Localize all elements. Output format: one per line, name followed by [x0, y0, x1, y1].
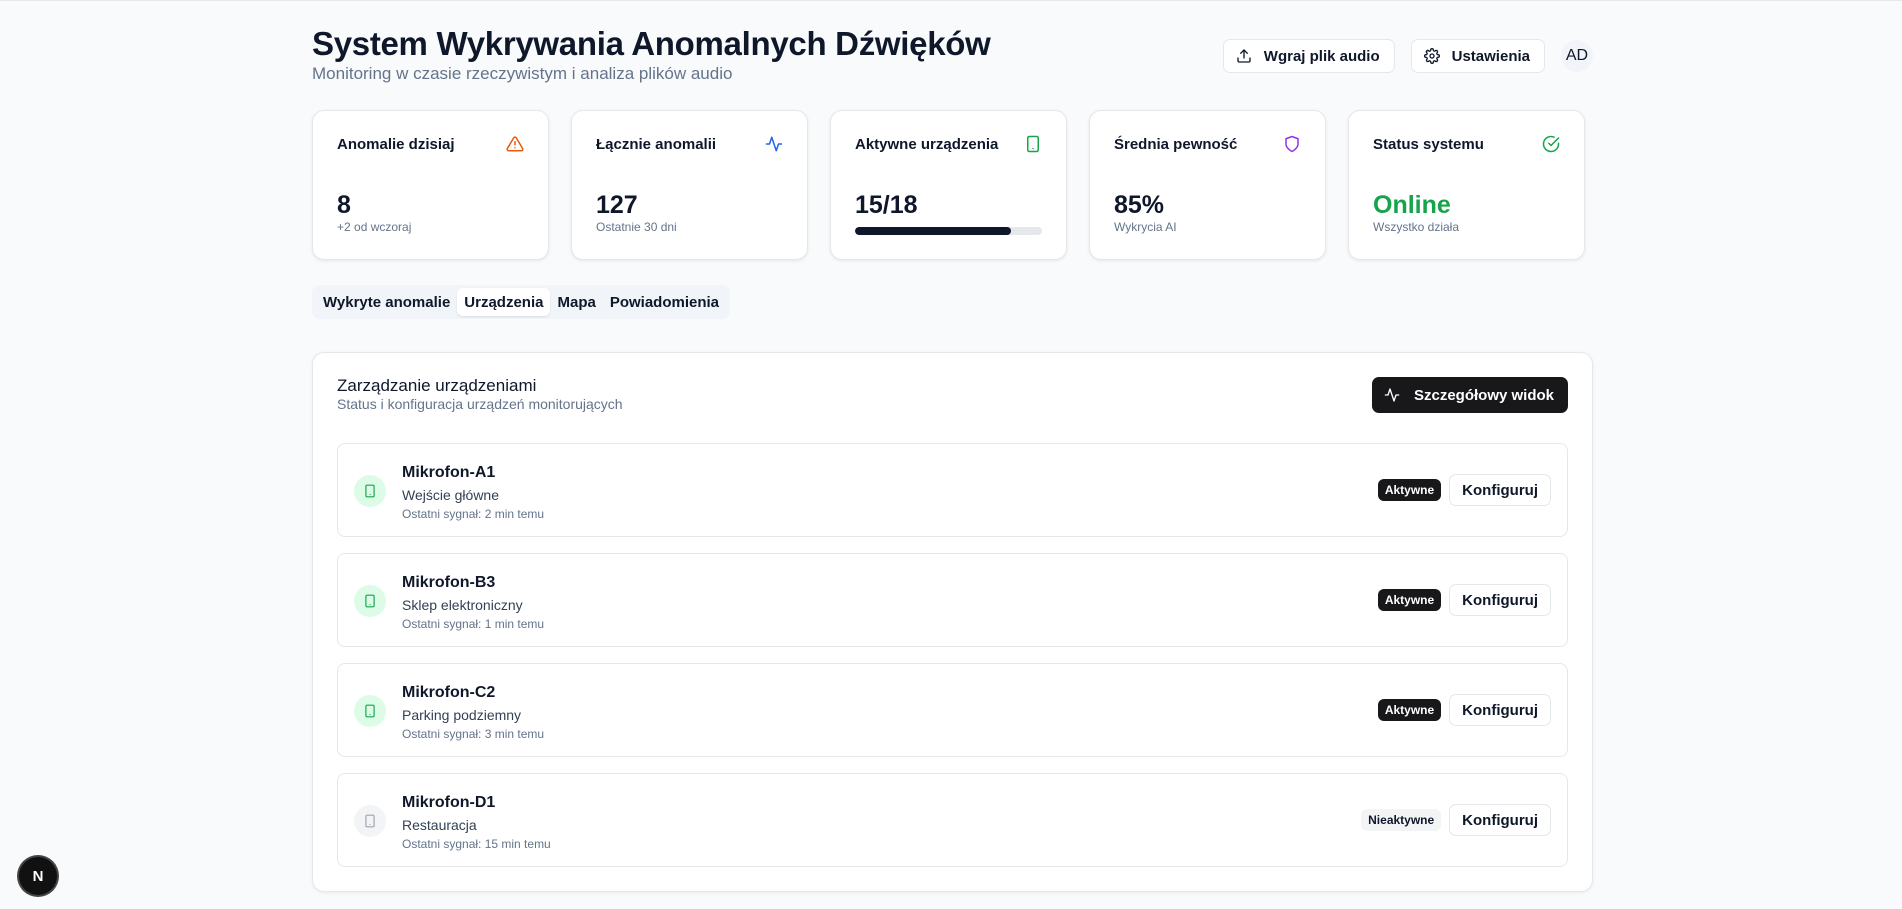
- alert-triangle-icon: [506, 136, 524, 152]
- configure-button[interactable]: Konfiguruj: [1449, 474, 1551, 506]
- header-actions: Wgraj plik audio Ustawienia AD: [1222, 39, 1593, 73]
- stat-value: 15/18: [855, 191, 918, 219]
- stat-card-anomalies-today: Anomalie dzisiaj 8 +2 od wczoraj: [312, 110, 549, 260]
- stat-value: 127: [596, 191, 638, 219]
- stat-label: Status systemu: [1373, 136, 1484, 153]
- avatar[interactable]: AD: [1561, 40, 1593, 72]
- tab-notifications[interactable]: Powiadomienia: [603, 288, 726, 316]
- nextjs-logo-icon: N: [32, 867, 44, 885]
- configure-button[interactable]: Konfiguruj: [1449, 584, 1551, 616]
- device-actions: Nieaktywne Konfiguruj: [1361, 804, 1551, 836]
- device-row: Mikrofon-B3 Sklep elektroniczny Ostatni …: [337, 553, 1568, 647]
- progress-fill: [855, 227, 1011, 235]
- device-row: Mikrofon-D1 Restauracja Ostatni sygnał: …: [337, 773, 1568, 867]
- stat-card-total-anomalies: Łącznie anomalii 127 Ostatnie 30 dni: [571, 110, 808, 260]
- device-last-signal: Ostatni sygnał: 2 min temu: [402, 507, 545, 521]
- smartphone-icon: [365, 484, 375, 498]
- status-badge: Aktywne: [1377, 479, 1442, 501]
- tab-devices[interactable]: Urządzenia: [457, 288, 551, 316]
- panel-title: Zarządzanie urządzeniami: [337, 376, 537, 395]
- active-devices-progress: [855, 227, 1042, 235]
- check-circle-icon: [1542, 135, 1560, 153]
- device-row: Mikrofon-C2 Parking podziemny Ostatni sy…: [337, 663, 1568, 757]
- configure-button[interactable]: Konfiguruj: [1449, 804, 1551, 836]
- stat-card-avg-confidence: Średnia pewność 85% Wykrycia AI: [1089, 110, 1326, 260]
- device-actions: Aktywne Konfiguruj: [1377, 694, 1551, 726]
- device-management-panel: Zarządzanie urządzeniami Status i konfig…: [312, 352, 1593, 892]
- upload-icon: [1237, 49, 1251, 63]
- device-actions: Aktywne Konfiguruj: [1377, 474, 1551, 506]
- device-name: Mikrofon-C2: [402, 684, 496, 701]
- stat-value: 8: [337, 191, 351, 219]
- page-title: System Wykrywania Anomalnych Dźwięków: [312, 25, 991, 62]
- smartphone-icon: [365, 594, 375, 608]
- stat-value: Online: [1373, 191, 1451, 219]
- device-name: Mikrofon-D1: [402, 794, 496, 811]
- device-location: Restauracja: [402, 817, 477, 833]
- device-name: Mikrofon-A1: [402, 464, 496, 481]
- shield-icon: [1285, 135, 1299, 153]
- device-status-icon: [354, 695, 386, 727]
- smartphone-icon: [1027, 135, 1039, 153]
- configure-button[interactable]: Konfiguruj: [1449, 694, 1551, 726]
- status-badge: Nieaktywne: [1361, 809, 1442, 831]
- device-location: Wejście główne: [402, 487, 500, 503]
- panel-description: Status i konfiguracja urządzeń monitoruj…: [337, 396, 623, 412]
- stats-row: Anomalie dzisiaj 8 +2 od wczoraj Łącznie…: [312, 110, 1593, 260]
- device-location: Sklep elektroniczny: [402, 597, 523, 613]
- upload-audio-label: Wgraj plik audio: [1263, 47, 1380, 65]
- activity-icon: [1384, 388, 1400, 402]
- stat-label: Łącznie anomalii: [596, 136, 717, 153]
- device-status-icon: [354, 475, 386, 507]
- tab-list: Wykryte anomalie Urządzenia Mapa Powiado…: [312, 285, 731, 319]
- stat-label: Aktywne urządzenia: [855, 136, 999, 153]
- stat-card-system-status: Status systemu Online Wszystko działa: [1348, 110, 1585, 260]
- detailed-view-label: Szczegółowy widok: [1413, 386, 1554, 404]
- tab-detected-anomalies[interactable]: Wykryte anomalie: [316, 288, 457, 316]
- stat-subtext: Wykrycia AI: [1114, 220, 1177, 234]
- nextjs-dev-badge[interactable]: N: [19, 857, 57, 895]
- tab-map[interactable]: Mapa: [550, 288, 602, 316]
- stat-subtext: +2 od wczoraj: [337, 220, 412, 234]
- device-status-icon: [354, 805, 386, 837]
- settings-button[interactable]: Ustawienia: [1410, 39, 1545, 73]
- device-status-icon: [354, 585, 386, 617]
- smartphone-icon: [365, 704, 375, 718]
- device-location: Parking podziemny: [402, 707, 522, 723]
- gear-icon: [1423, 48, 1440, 64]
- device-last-signal: Ostatni sygnał: 15 min temu: [402, 837, 551, 851]
- device-row: Mikrofon-A1 Wejście główne Ostatni sygna…: [337, 443, 1568, 537]
- status-badge: Aktywne: [1377, 589, 1442, 611]
- dashboard: System Wykrywania Anomalnych Dźwięków Mo…: [312, 1, 1593, 892]
- stat-subtext: Wszystko działa: [1373, 220, 1460, 234]
- device-actions: Aktywne Konfiguruj: [1377, 584, 1551, 616]
- device-list: Mikrofon-A1 Wejście główne Ostatni sygna…: [337, 443, 1568, 883]
- stat-value: 85%: [1114, 191, 1165, 219]
- device-name: Mikrofon-B3: [402, 574, 496, 591]
- stat-label: Średnia pewność: [1114, 136, 1238, 153]
- device-last-signal: Ostatni sygnał: 3 min temu: [402, 727, 545, 741]
- upload-audio-button[interactable]: Wgraj plik audio: [1222, 39, 1395, 73]
- settings-label: Ustawienia: [1451, 47, 1530, 65]
- page-subtitle: Monitoring w czasie rzeczywistym i anali…: [312, 64, 733, 83]
- stat-card-active-devices: Aktywne urządzenia 15/18: [830, 110, 1067, 260]
- smartphone-icon: [365, 814, 375, 828]
- detailed-view-button[interactable]: Szczegółowy widok: [1371, 377, 1568, 413]
- page-header: System Wykrywania Anomalnych Dźwięków Mo…: [312, 1, 1593, 109]
- device-last-signal: Ostatni sygnał: 1 min temu: [402, 617, 545, 631]
- status-badge: Aktywne: [1377, 699, 1442, 721]
- activity-icon: [765, 136, 783, 152]
- stat-subtext: Ostatnie 30 dni: [596, 220, 677, 234]
- stat-label: Anomalie dzisiaj: [337, 136, 455, 153]
